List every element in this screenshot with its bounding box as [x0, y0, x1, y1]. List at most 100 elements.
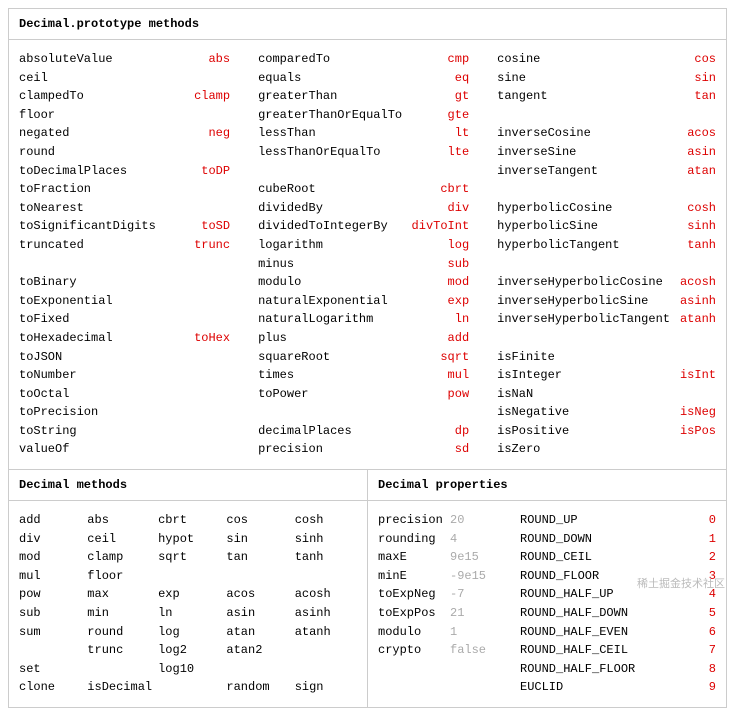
proto-method-row — [258, 403, 469, 422]
proto-method-row: lessThanOrEqualTolte — [258, 143, 469, 162]
proto-method-row: hyperbolicCosinecosh — [497, 199, 716, 218]
method-alias — [533, 385, 716, 404]
proto-method-row: dividedToIntegerBydivToInt — [258, 217, 469, 236]
method-alias: acos — [591, 124, 716, 143]
method-name: hyperbolicSine — [497, 217, 598, 236]
proto-col-3: cosinecossinesintangenttaninverseCosinea… — [497, 50, 716, 459]
method-name: isNegative — [497, 403, 569, 422]
rounding-constant: ROUND_CEIL — [520, 548, 701, 567]
static-method: sqrt — [158, 548, 220, 567]
method-alias: exp — [388, 292, 469, 311]
method-alias: pow — [309, 385, 470, 404]
proto-method-row: inverseHyperbolicCosineacosh — [497, 273, 716, 292]
proto-method-row: toString — [19, 422, 230, 441]
static-method: sum — [19, 623, 81, 642]
method-alias: abs — [113, 50, 230, 69]
method-alias: neg — [69, 124, 230, 143]
static-method: isDecimal — [87, 678, 152, 697]
property-row: precision20ROUND_UP0 — [378, 511, 716, 530]
method-alias — [77, 422, 230, 441]
static-method: floor — [87, 567, 152, 586]
rounding-constant: EUCLID — [520, 678, 701, 697]
proto-method-row: toBinary — [19, 273, 230, 292]
method-name: toExponential — [19, 292, 113, 311]
static-method: sinh — [295, 530, 357, 549]
proto-method-row: inverseHyperbolicTangentatanh — [497, 310, 716, 329]
static-method: cos — [226, 511, 288, 530]
method-name: inverseHyperbolicSine — [497, 292, 648, 311]
rounding-value: 4 — [701, 585, 716, 604]
prop-name: toExpPos — [378, 604, 450, 623]
prop-name: toExpNeg — [378, 585, 450, 604]
proto-methods-header: Decimal.prototype methods — [9, 9, 726, 40]
decimal-properties-body: precision20ROUND_UP0rounding4ROUND_DOWN1… — [368, 501, 726, 707]
proto-method-row: equalseq — [258, 69, 469, 88]
static-method: sub — [19, 604, 81, 623]
proto-method-row: lessThanlt — [258, 124, 469, 143]
rounding-value: 9 — [701, 678, 716, 697]
method-name: naturalExponential — [258, 292, 388, 311]
method-name: toNumber — [19, 366, 77, 385]
static-method: sin — [226, 530, 288, 549]
prop-name: minE — [378, 567, 450, 586]
method-name: inverseSine — [497, 143, 576, 162]
method-alias: divToInt — [388, 217, 469, 236]
method-alias — [98, 403, 230, 422]
static-method: atan2 — [226, 641, 288, 660]
method-alias: cos — [540, 50, 716, 69]
method-alias: gte — [402, 106, 469, 125]
method-alias: sd — [323, 440, 469, 459]
proto-method-row: modulomod — [258, 273, 469, 292]
static-method: clamp — [87, 548, 152, 567]
prop-value: -7 — [450, 585, 520, 604]
method-alias: asin — [576, 143, 716, 162]
proto-method-row: inverseCosineacos — [497, 124, 716, 143]
method-name: toSignificantDigits — [19, 217, 156, 236]
static-method: log10 — [158, 660, 220, 679]
static-method: atan — [226, 623, 288, 642]
static-method: hypot — [158, 530, 220, 549]
static-method: log2 — [158, 641, 220, 660]
proto-method-row: comparedTocmp — [258, 50, 469, 69]
method-alias: eq — [301, 69, 469, 88]
method-name: precision — [258, 440, 323, 459]
method-name: toPrecision — [19, 403, 98, 422]
method-alias — [84, 199, 230, 218]
method-alias — [69, 385, 230, 404]
proto-method-row: naturalExponentialexp — [258, 292, 469, 311]
method-name: sine — [497, 69, 526, 88]
method-name: isPositive — [497, 422, 569, 441]
method-name: naturalLogarithm — [258, 310, 373, 329]
method-name: decimalPlaces — [258, 422, 352, 441]
method-name: lessThan — [258, 124, 316, 143]
method-alias: tanh — [620, 236, 716, 255]
proto-method-row: floor — [19, 106, 230, 125]
rounding-constant: ROUND_UP — [520, 511, 701, 530]
static-method: trunc — [87, 641, 152, 660]
method-alias: add — [287, 329, 469, 348]
proto-method-row: greaterThangt — [258, 87, 469, 106]
rounding-constant: ROUND_HALF_FLOOR — [520, 660, 701, 679]
rounding-value: 0 — [701, 511, 716, 530]
method-name: isFinite — [497, 348, 555, 367]
property-row: ROUND_HALF_FLOOR8 — [378, 660, 716, 679]
proto-method-row: inverseSineasin — [497, 143, 716, 162]
method-alias: toDP — [127, 162, 230, 181]
proto-method-row: negatedneg — [19, 124, 230, 143]
method-alias: lte — [381, 143, 470, 162]
method-alias: toSD — [156, 217, 230, 236]
static-method: abs — [87, 511, 152, 530]
prop-name: rounding — [378, 530, 450, 549]
static-method: sign — [295, 678, 357, 697]
static-method: exp — [158, 585, 220, 604]
method-name: dividedToIntegerBy — [258, 217, 388, 236]
method-name: hyperbolicCosine — [497, 199, 612, 218]
rounding-constant: ROUND_HALF_UP — [520, 585, 701, 604]
method-alias: sqrt — [330, 348, 469, 367]
proto-method-row: squareRootsqrt — [258, 348, 469, 367]
static-method: tanh — [295, 548, 357, 567]
static-method: atanh — [295, 623, 357, 642]
method-name: isNaN — [497, 385, 533, 404]
static-method: mod — [19, 548, 81, 567]
proto-method-row: isIntegerisInt — [497, 366, 716, 385]
